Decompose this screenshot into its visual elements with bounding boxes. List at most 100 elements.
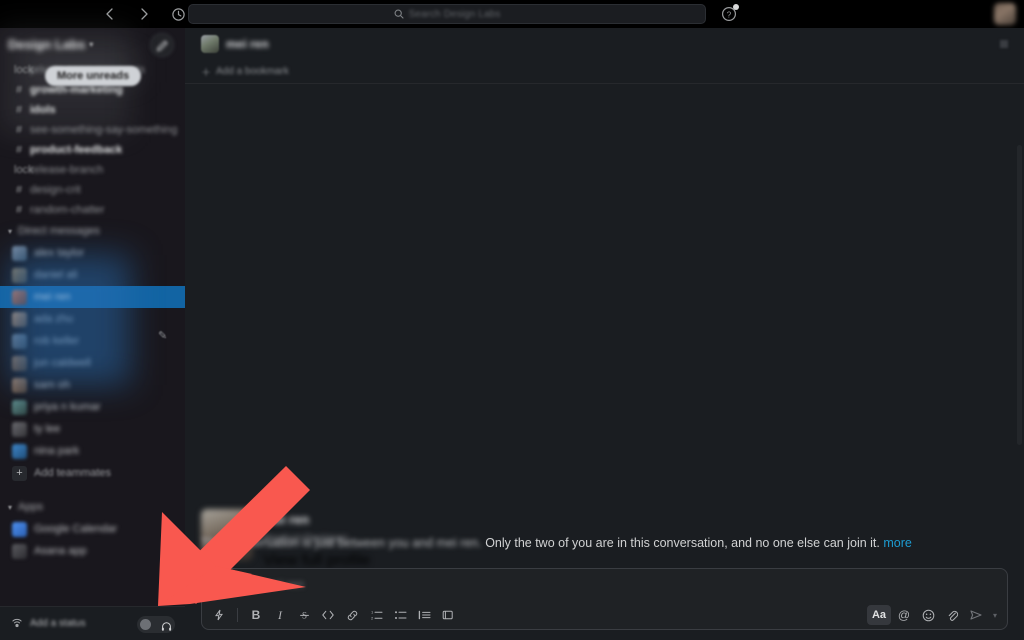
search-placeholder: Search Design Labs <box>408 8 501 20</box>
svg-text:1: 1 <box>371 609 374 614</box>
more-options-icon[interactable] <box>1000 40 1008 48</box>
emoji-icon[interactable] <box>917 604 939 626</box>
avatar <box>12 543 27 559</box>
bookmark-bar: ＋ Add a bookmark <box>185 60 1024 84</box>
avatar <box>12 355 27 371</box>
workspace-name: Design Labs <box>8 36 86 52</box>
more-link[interactable]: more <box>883 536 911 550</box>
sidebar-dm-item[interactable]: daniel ali <box>0 264 185 286</box>
plus-icon: + <box>12 465 27 481</box>
send-options-chevron-icon[interactable]: ▾ <box>989 604 1001 626</box>
composer-toolbar: B I S 12 <box>202 601 1007 629</box>
formatting-aa-button[interactable]: Aa <box>867 605 891 625</box>
sidebar-dm-item-selected[interactable]: mei ren <box>0 286 185 308</box>
intro-name: mei ren <box>263 512 310 527</box>
channel-name: see-something-say-something <box>30 124 178 136</box>
blockquote-icon[interactable] <box>413 604 435 626</box>
bold-icon[interactable]: B <box>245 604 267 626</box>
app-name: Google Calendar <box>34 523 118 535</box>
ordered-list-icon[interactable]: 12 <box>365 604 387 626</box>
link-icon[interactable] <box>341 604 363 626</box>
sidebar-app-item[interactable]: Google Calendar <box>0 518 185 540</box>
channel-name: design-crit <box>30 184 81 196</box>
sidebar-dm-item[interactable]: priya n kumar <box>0 396 185 418</box>
sidebar-dm-item[interactable]: alex taylor <box>0 242 185 264</box>
huddle-broadcast-icon[interactable] <box>10 617 24 631</box>
sidebar-section-apps[interactable]: ▾ Apps <box>0 496 185 518</box>
sidebar-section-direct-messages[interactable]: ▾ Direct messages <box>0 220 185 242</box>
message-composer[interactable]: Message mei ren B I S <box>201 568 1008 630</box>
search-bar[interactable]: Search Design Labs <box>188 4 706 24</box>
avatar <box>12 399 27 415</box>
add-teammates-label: Add teammates <box>34 467 112 479</box>
channel-name: idols <box>30 104 56 116</box>
sidebar-channel-item[interactable]: lock release-branch <box>0 160 185 180</box>
dm-name: daniel ali <box>34 269 78 281</box>
scrollbar-thumb[interactable] <box>1017 145 1022 445</box>
sidebar-dm-item[interactable]: sam oh <box>0 374 185 396</box>
chevron-down-icon: ▾ <box>8 226 13 236</box>
sidebar-channel-item[interactable]: # see-something-say-something <box>0 120 185 140</box>
arrow-right-icon[interactable] <box>135 5 153 23</box>
navigation-controls <box>95 5 187 23</box>
edit-pencil-icon[interactable]: ✎ <box>158 329 167 342</box>
status-label[interactable]: Add a status <box>30 618 86 629</box>
italic-icon[interactable]: I <box>269 604 291 626</box>
compose-message-button[interactable] <box>150 33 174 57</box>
sidebar-channel-item[interactable]: # random-chatter <box>0 200 185 220</box>
attachment-icon[interactable] <box>941 604 963 626</box>
more-unreads-pill[interactable]: More unreads <box>45 66 142 86</box>
arrow-left-icon[interactable] <box>101 5 119 23</box>
huddle-toggle[interactable] <box>137 616 175 633</box>
section-label: Direct messages <box>18 225 100 237</box>
window-controls-area <box>0 0 95 28</box>
sidebar-dm-item[interactable]: jun caldwell <box>0 352 185 374</box>
mention-icon[interactable]: @ <box>893 604 915 626</box>
strikethrough-icon[interactable]: S <box>293 604 315 626</box>
dm-name: mei ren <box>34 291 71 303</box>
sidebar-app-item[interactable]: Asana app <box>0 540 185 562</box>
avatar <box>12 421 27 437</box>
formatting-buttons: B I S 12 <box>208 604 459 626</box>
chevron-down-icon: ▾ <box>8 502 13 512</box>
hash-icon: # <box>15 124 23 136</box>
composer-actions: Aa @ ▾ <box>867 604 1001 626</box>
search-input[interactable]: Search Design Labs <box>188 4 706 24</box>
help-circle-icon[interactable]: ? <box>720 4 739 23</box>
clock-history-icon[interactable] <box>169 5 187 23</box>
shortcuts-lightning-icon[interactable] <box>208 604 230 626</box>
page-title[interactable]: mei ren <box>226 37 269 51</box>
send-icon[interactable] <box>965 604 987 626</box>
intro-profile-actions[interactable]: View full profile <box>263 552 370 569</box>
code-block-icon[interactable] <box>437 604 459 626</box>
dm-name: ada zhu <box>34 313 74 325</box>
channel-name: random-chatter <box>30 204 105 216</box>
headphones-icon <box>161 619 172 631</box>
message-list <box>185 85 1024 562</box>
hash-icon: # <box>15 104 23 116</box>
avatar <box>12 289 27 305</box>
status-bar: Add a status <box>0 606 185 640</box>
message-input[interactable]: Message mei ren <box>202 569 1007 601</box>
toggle-knob <box>140 619 151 630</box>
lock-icon: lock <box>14 164 34 176</box>
sidebar-dm-item[interactable]: nina park <box>0 440 185 462</box>
sidebar-dm-item[interactable]: ty lee <box>0 418 185 440</box>
avatar <box>12 521 27 537</box>
user-avatar[interactable] <box>994 3 1016 25</box>
bulleted-list-icon[interactable] <box>389 604 411 626</box>
sidebar-channel-item[interactable]: # design-crit <box>0 180 185 200</box>
add-bookmark-button[interactable]: Add a bookmark <box>216 66 289 77</box>
dm-name: nina park <box>34 445 80 457</box>
sidebar-channel-item[interactable]: # idols <box>0 100 185 120</box>
add-teammates-button[interactable]: + Add teammates <box>0 462 185 484</box>
code-icon[interactable] <box>317 604 339 626</box>
avatar <box>12 333 27 349</box>
intro-text-blurred: This conversation is just between you an… <box>201 535 482 550</box>
help-notification-badge <box>733 4 739 10</box>
dm-name: ty lee <box>34 423 61 435</box>
conversation-intro-text: This conversation is just between you an… <box>201 534 994 552</box>
sidebar-channel-item[interactable]: # product-feedback <box>0 140 185 160</box>
avatar <box>12 311 27 327</box>
sidebar-dm-item[interactable]: ada zhu <box>0 308 185 330</box>
